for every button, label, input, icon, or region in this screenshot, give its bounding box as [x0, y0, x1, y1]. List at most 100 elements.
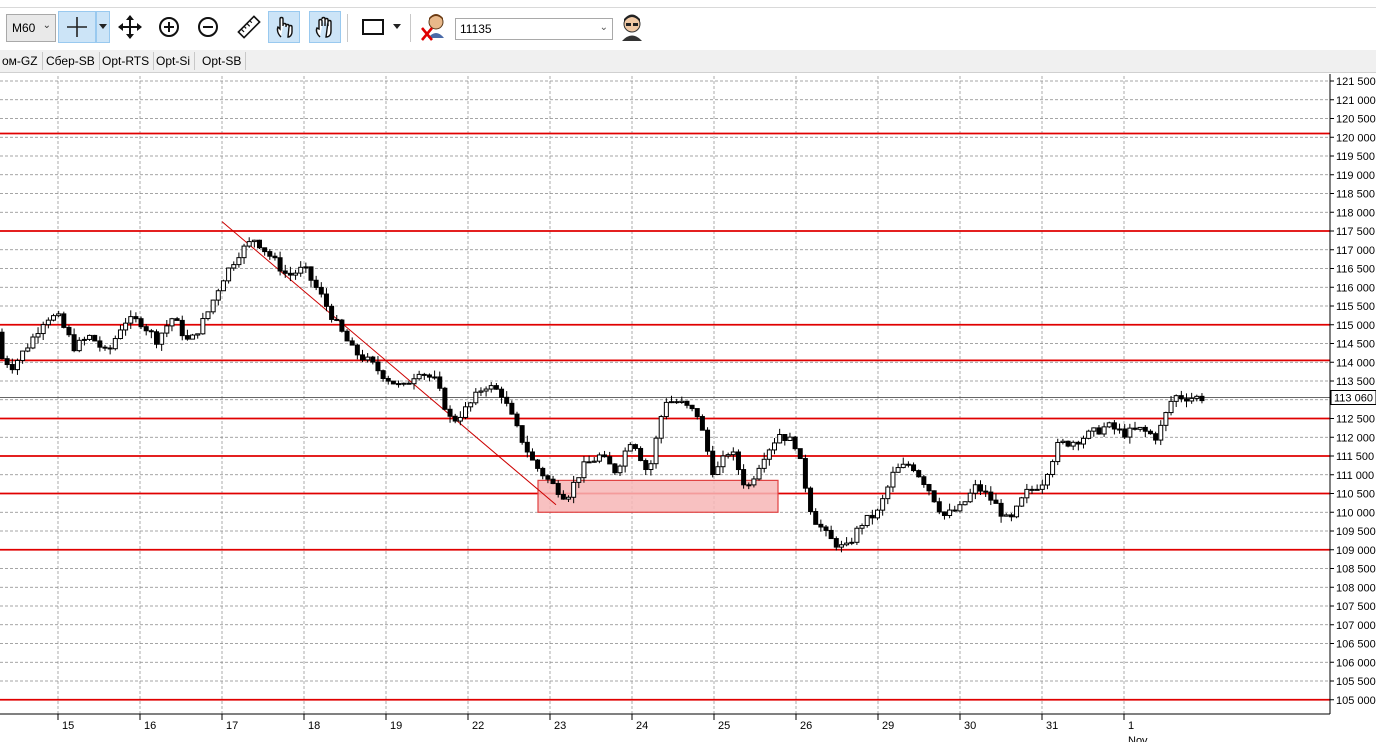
rectangle-button[interactable] [358, 11, 388, 43]
candle-body [941, 511, 947, 517]
tab-instrument[interactable]: Opt-SB [198, 52, 247, 70]
rectangle-dropdown[interactable] [390, 11, 404, 43]
tab-instrument[interactable]: Opt-RTS [98, 52, 155, 70]
x-tick-label: 29 [882, 720, 894, 732]
y-tick-label: 115 000 [1336, 320, 1375, 332]
hand-point-button[interactable] [268, 11, 300, 43]
candle-body [220, 280, 226, 292]
candle-body [154, 331, 159, 345]
candle-body [895, 467, 901, 473]
chevron-down-icon: ⌄ [42, 20, 51, 31]
current-price-label: 113 060 [1334, 393, 1373, 405]
candle-body [313, 279, 319, 288]
y-tick-label: 112 000 [1336, 432, 1375, 444]
candle-body [190, 334, 196, 340]
candle-body [828, 529, 834, 540]
candle-body [983, 490, 989, 493]
zoom-out-button[interactable] [192, 11, 224, 43]
move-icon [118, 15, 142, 39]
candle-body [416, 373, 422, 380]
zoom-in-button[interactable] [153, 11, 185, 43]
candle-body [1153, 433, 1159, 441]
x-tick-label: 23 [554, 720, 566, 732]
candle-body [334, 318, 340, 321]
tab-instrument[interactable]: Сбер-SB [42, 52, 100, 70]
candle-body [251, 239, 257, 243]
y-tick-label: 121 500 [1336, 76, 1376, 88]
y-tick-label: 119 500 [1336, 151, 1375, 163]
crosshair-button[interactable] [58, 11, 96, 43]
candle-body [339, 319, 345, 332]
y-tick-label: 107 500 [1336, 601, 1376, 613]
trader-remove-button[interactable] [418, 11, 450, 43]
candle-body [488, 385, 494, 390]
rectangle-icon [362, 19, 384, 35]
candle-body [864, 514, 870, 527]
candle-body [231, 264, 237, 269]
tab-instrument[interactable]: Opt-Si [152, 52, 196, 70]
crosshair-dropdown[interactable] [96, 11, 110, 43]
tab-instrument[interactable]: ом-GZ [0, 52, 43, 70]
ruler-icon [237, 15, 261, 39]
candle-body [87, 334, 93, 340]
y-tick-label: 107 000 [1336, 620, 1376, 632]
ruler-button[interactable] [233, 11, 265, 43]
candle-body [303, 266, 309, 269]
candle-body [529, 451, 535, 461]
y-tick-label: 108 500 [1336, 564, 1376, 576]
move-button[interactable] [114, 11, 146, 43]
y-tick-label: 105 000 [1336, 695, 1376, 707]
candle-body [380, 370, 386, 379]
zoom-in-icon [159, 17, 179, 37]
candle-body [535, 459, 541, 469]
x-month-label: Nov [1128, 735, 1148, 742]
candle-body [957, 504, 963, 512]
toolbar: M60 ⌄ 11135 ⌄ [0, 8, 1376, 48]
candle-body [421, 373, 427, 376]
candle-body [524, 441, 530, 453]
candle-body [648, 463, 654, 471]
candle-body [215, 290, 221, 301]
dropdown-arrow-icon [99, 24, 107, 29]
hand-button[interactable] [309, 11, 341, 43]
candle-body [241, 245, 247, 259]
timeframe-select[interactable]: M60 ⌄ [6, 14, 56, 42]
candle-body [705, 429, 711, 452]
trader-button[interactable] [616, 11, 648, 43]
candle-body [1070, 441, 1076, 447]
candle-body [607, 456, 613, 465]
candle-body [720, 455, 726, 468]
candle-body [586, 461, 592, 464]
candle-body [560, 493, 566, 500]
candle-body [370, 356, 376, 363]
candle-body [71, 334, 77, 352]
candle-body [1199, 395, 1205, 402]
candle-body [967, 492, 973, 503]
candle-body [318, 286, 324, 295]
candle-body [622, 450, 628, 467]
candle-body [329, 305, 335, 320]
price-chart[interactable]: 121 500 121 000 120 500 120 000 119 500 119 0… [0, 74, 1376, 742]
candle-body [658, 416, 664, 439]
instrument-search-field[interactable]: 11135 ⌄ [455, 18, 613, 40]
candle-body [375, 361, 381, 372]
candle-body [30, 336, 36, 349]
candle-body [102, 346, 108, 349]
candle-body [323, 293, 329, 307]
candle-body [741, 469, 747, 486]
candle-body [277, 257, 283, 272]
candle-body [1101, 426, 1107, 435]
y-tick-label: 111 500 [1336, 451, 1374, 463]
candle-body [988, 491, 994, 501]
candle-body [401, 382, 407, 385]
y-tick-label: 117 000 [1336, 245, 1375, 257]
candle-body [735, 451, 741, 471]
candle-body [56, 313, 62, 317]
candle-body [725, 454, 731, 457]
candle-body [1117, 428, 1123, 431]
candle-body [787, 436, 793, 442]
x-tick-label: 19 [390, 720, 402, 732]
y-tick-label: 108 000 [1336, 582, 1376, 594]
candle-body [947, 509, 953, 517]
candle-body [159, 332, 165, 345]
